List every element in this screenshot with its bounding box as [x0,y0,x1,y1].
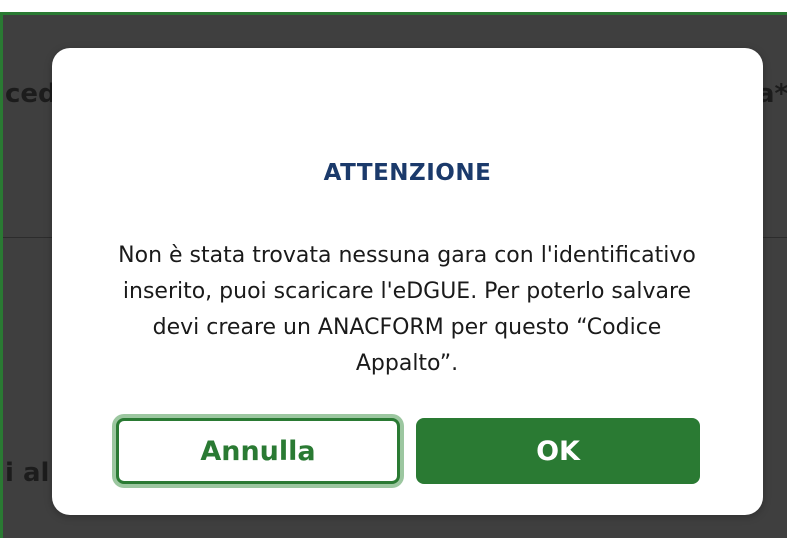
background-text-fragment: i al [5,458,50,488]
cancel-button[interactable]: Annulla [116,418,400,484]
page-frame: ced a* i al ATTENZIONE Non è stata trova… [0,0,787,538]
ok-button[interactable]: OK [416,418,700,484]
dialog-message: Non è stata trovata nessuna gara con l'i… [118,243,696,376]
background-text-fragment: ced [5,79,57,109]
dialog-title: ATTENZIONE [323,160,492,186]
